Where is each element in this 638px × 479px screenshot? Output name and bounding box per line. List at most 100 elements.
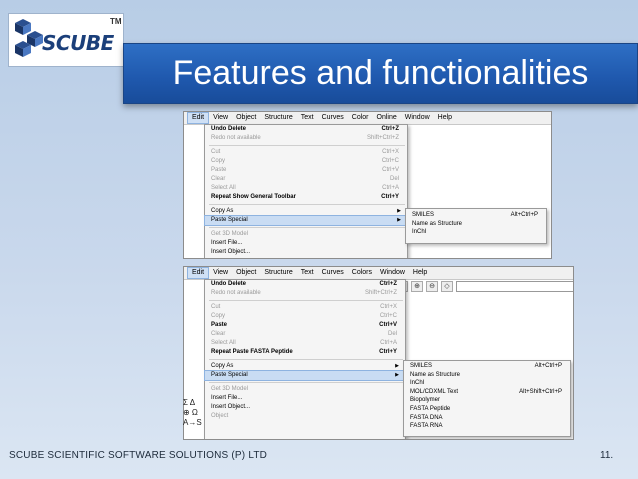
submenu-arrow-icon: ▶ [397, 208, 401, 214]
menu-item-smiles[interactable]: SMILES Alt+Ctrl+P [406, 211, 546, 220]
menu-item-label: Paste Special [211, 217, 248, 223]
menu-item-shortcut: Ctrl+Z [379, 281, 397, 287]
shape-icon[interactable]: ◇ [441, 281, 453, 292]
menu-help[interactable]: Help [409, 267, 431, 279]
menu-item-copy-as[interactable]: Copy As ▶ [205, 362, 405, 371]
menu-item-paste[interactable]: Paste Ctrl+V [205, 166, 407, 175]
menu-item-label: FASTA RNA [410, 423, 443, 430]
menu-item-insert-object[interactable]: Insert Object... [205, 403, 405, 412]
menu-help[interactable]: Help [434, 112, 456, 124]
menu-item-shortcut: Ctrl+V [379, 322, 397, 328]
menu-view[interactable]: View [209, 267, 232, 279]
menu-item-label: FASTA DNA [410, 414, 443, 421]
menu-item-select-all[interactable]: Select All Ctrl+A [205, 184, 407, 193]
menu-color[interactable]: Color [348, 112, 373, 124]
menu-item-undo-delete[interactable]: Undo Delete Ctrl+Z [205, 125, 407, 134]
menu-window[interactable]: Window [401, 112, 434, 124]
menu-item-get-3d-model[interactable]: Get 3D Model [205, 385, 405, 394]
menu-item-inchi[interactable]: InChI [406, 228, 546, 237]
menu-item-undo-delete[interactable]: Undo Delete Ctrl+Z [205, 280, 405, 289]
zoom-in-icon[interactable]: ⊕ [411, 281, 423, 292]
menu-item-insert-file[interactable]: Insert File... [205, 394, 405, 403]
scube-logo: SCUBE TM [8, 13, 124, 67]
menu-item-shortcut: Ctrl+Y [381, 194, 399, 200]
menu-window[interactable]: Window [376, 267, 409, 279]
menu-item-clear[interactable]: Clear Del [205, 175, 407, 184]
menu-item-label: Cut [211, 149, 221, 155]
menu-item-fasta-rna[interactable]: FASTA RNA [404, 422, 570, 431]
menu-item-clear[interactable]: Clear Del [205, 330, 405, 339]
toolbar: ▾ ⊕ ⊖ ◇ ▾ [396, 279, 573, 292]
tool-row[interactable]: A→S [183, 418, 223, 428]
menu-item-repeat-show-general-toolbar[interactable]: Repeat Show General Toolbar Ctrl+Y [205, 193, 407, 202]
menu-item-get-3d-model[interactable]: Get 3D Model [205, 230, 407, 239]
menu-item-shortcut: Ctrl+A [380, 340, 397, 346]
menu-edit[interactable]: Edit [187, 112, 210, 124]
menu-structure[interactable]: Structure [260, 267, 296, 279]
menu-item-label: Redo not available [211, 135, 261, 141]
menu-item-label: Biopolymer [410, 397, 441, 404]
menu-item-object[interactable]: Object [205, 412, 405, 421]
menu-online[interactable]: Online [373, 112, 401, 124]
menu-curves[interactable]: Curves [318, 112, 348, 124]
logo-text: SCUBE [42, 31, 114, 55]
menu-item-copy[interactable]: Copy Ctrl+C [205, 157, 407, 166]
menu-item-name-as-structure[interactable]: Name as Structure [404, 371, 570, 380]
toolbar-field[interactable] [456, 281, 573, 292]
zoom-out-icon[interactable]: ⊖ [426, 281, 438, 292]
menu-view[interactable]: View [209, 112, 232, 124]
menu-item-label: InChI [412, 229, 427, 236]
menu-item-copy-as[interactable]: Copy As ▶ [205, 207, 407, 216]
menu-item-mol-cdxml-text[interactable]: MOL/CDXML Text Alt+Shift+Ctrl+P [404, 388, 570, 397]
menu-colors[interactable]: Colors [348, 267, 376, 279]
tool-row[interactable]: Σ Δ [183, 398, 223, 408]
menu-item-inchi[interactable]: InChI [404, 379, 570, 388]
menu-item-redo-not-available[interactable]: Redo not available Shift+Ctrl+Z [205, 134, 407, 143]
menu-item-name-as-structure[interactable]: Name as Structure [406, 220, 546, 229]
logo-trademark: TM [110, 17, 122, 26]
menu-separator [209, 227, 405, 228]
submenu-arrow-icon: ▶ [395, 372, 399, 378]
menu-item-object[interactable]: Object [205, 257, 407, 258]
menu-item-copy[interactable]: Copy Ctrl+C [205, 312, 405, 321]
menu-item-label: Insert Object... [211, 249, 251, 255]
menu-object[interactable]: Object [232, 112, 260, 124]
menu-item-cut[interactable]: Cut Ctrl+X [205, 148, 407, 157]
menu-item-repeat-paste-fasta-peptide[interactable]: Repeat Paste FASTA Peptide Ctrl+Y [205, 348, 405, 357]
screenshot-edit-menu-1: Edit View Object Structure Text Curves Color On… [183, 111, 552, 259]
menu-edit[interactable]: Edit [187, 267, 210, 279]
menu-curves[interactable]: Curves [318, 267, 348, 279]
menu-item-shortcut: Ctrl+A [382, 185, 399, 191]
menu-item-label: InChI [410, 380, 425, 387]
menu-item-fasta-dna[interactable]: FASTA DNA [404, 414, 570, 423]
menu-object[interactable]: Object [232, 267, 260, 279]
menu-item-select-all[interactable]: Select All Ctrl+A [205, 339, 405, 348]
menu-item-shortcut: Shift+Ctrl+Z [364, 290, 397, 296]
menu-item-shortcut: Shift+Ctrl+Z [366, 135, 399, 141]
menu-item-smiles[interactable]: SMILES Alt+Ctrl+P [404, 362, 570, 371]
menu-item-shortcut: Ctrl+X [382, 149, 399, 155]
menu-structure[interactable]: Structure [260, 112, 296, 124]
menu-item-paste-special[interactable]: Paste Special ▶ [204, 370, 406, 381]
menu-item-biopolymer[interactable]: Biopolymer [404, 396, 570, 405]
menu-item-redo-not-available[interactable]: Redo not available Shift+Ctrl+Z [205, 289, 405, 298]
menu-text[interactable]: Text [297, 112, 318, 124]
paste-special-submenu: SMILES Alt+Ctrl+P Name as Structure InChI MO… [403, 360, 571, 437]
menu-item-label: Copy As [211, 208, 234, 214]
menu-item-label: Name as Structure [410, 371, 461, 378]
menu-separator [209, 204, 405, 205]
menu-item-shortcut: Del [389, 176, 399, 182]
tool-row[interactable]: ⊕ Ω [183, 408, 223, 418]
screenshot-edit-menu-2: Edit View Object Structure Text Curves Colors W… [183, 266, 574, 440]
menu-item-paste[interactable]: Paste Ctrl+V [205, 321, 405, 330]
menu-item-insert-file[interactable]: Insert File... [205, 239, 407, 248]
menu-item-insert-object[interactable]: Insert Object... [205, 248, 407, 257]
menu-item-shortcut: Ctrl+Z [381, 126, 399, 132]
menu-text[interactable]: Text [297, 267, 318, 279]
menu-item-paste-special[interactable]: Paste Special ▶ [204, 215, 408, 226]
slide-title: Features and functionalities [123, 43, 638, 104]
menu-item-fasta-peptide[interactable]: FASTA Peptide [404, 405, 570, 414]
menu-item-label: Copy [211, 158, 226, 164]
page-number: 11. [600, 450, 614, 461]
menu-item-cut[interactable]: Cut Ctrl+X [205, 303, 405, 312]
